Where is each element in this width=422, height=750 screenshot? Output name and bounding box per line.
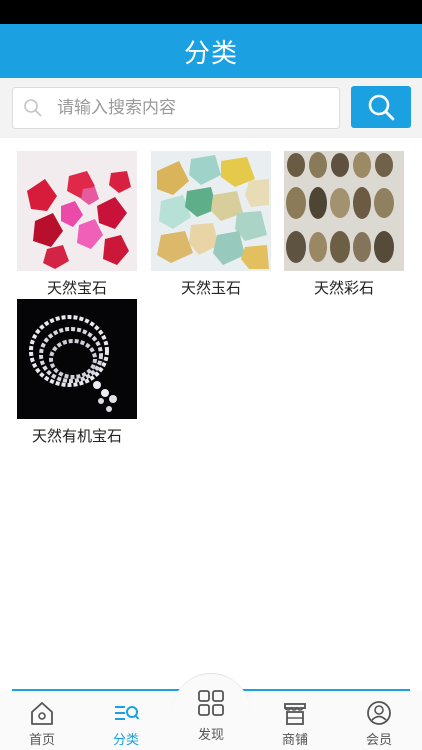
category-item-colored-stone[interactable]: 天然彩石 <box>283 151 405 298</box>
category-item-jade[interactable]: 天然玉石 <box>150 151 272 298</box>
tab-label: 发现 <box>197 728 224 743</box>
discover-grid-icon <box>198 690 224 716</box>
category-item-gemstone[interactable]: 天然宝石 <box>16 151 138 298</box>
gemstone-image <box>17 151 137 271</box>
category-icon <box>115 706 140 720</box>
jade-image <box>151 151 271 271</box>
tab-discover[interactable]: 发现 <box>172 673 250 750</box>
tab-label: 会员 <box>365 733 392 748</box>
tab-member[interactable]: 会员 <box>337 691 421 750</box>
tab-store[interactable]: 商铺 <box>253 691 337 750</box>
search-icon <box>24 99 42 117</box>
category-label: 天然玉石 <box>180 279 241 297</box>
pearl-necklace-image <box>17 299 137 419</box>
category-label: 天然宝石 <box>46 279 107 297</box>
status-bar <box>0 0 422 24</box>
tab-label: 分类 <box>112 733 139 748</box>
member-icon <box>367 701 391 725</box>
search-input[interactable] <box>57 98 317 118</box>
title-bar: 分类 <box>0 24 422 78</box>
home-icon <box>31 702 53 725</box>
category-item-organic-gemstone[interactable]: 天然有机宝石 <box>16 299 138 446</box>
colored-stone-image <box>284 151 404 271</box>
category-label: 天然彩石 <box>313 279 374 297</box>
tab-label: 首页 <box>28 733 55 748</box>
store-icon <box>284 703 306 725</box>
tab-home[interactable]: 首页 <box>0 691 84 750</box>
category-label: 天然有机宝石 <box>31 427 122 445</box>
search-icon <box>368 94 395 121</box>
page-title: 分类 <box>183 38 238 69</box>
tab-label: 商铺 <box>281 733 308 748</box>
tab-category[interactable]: 分类 <box>84 691 168 750</box>
search-button[interactable] <box>351 86 411 128</box>
search-bar <box>0 78 422 138</box>
search-field[interactable] <box>12 87 340 129</box>
